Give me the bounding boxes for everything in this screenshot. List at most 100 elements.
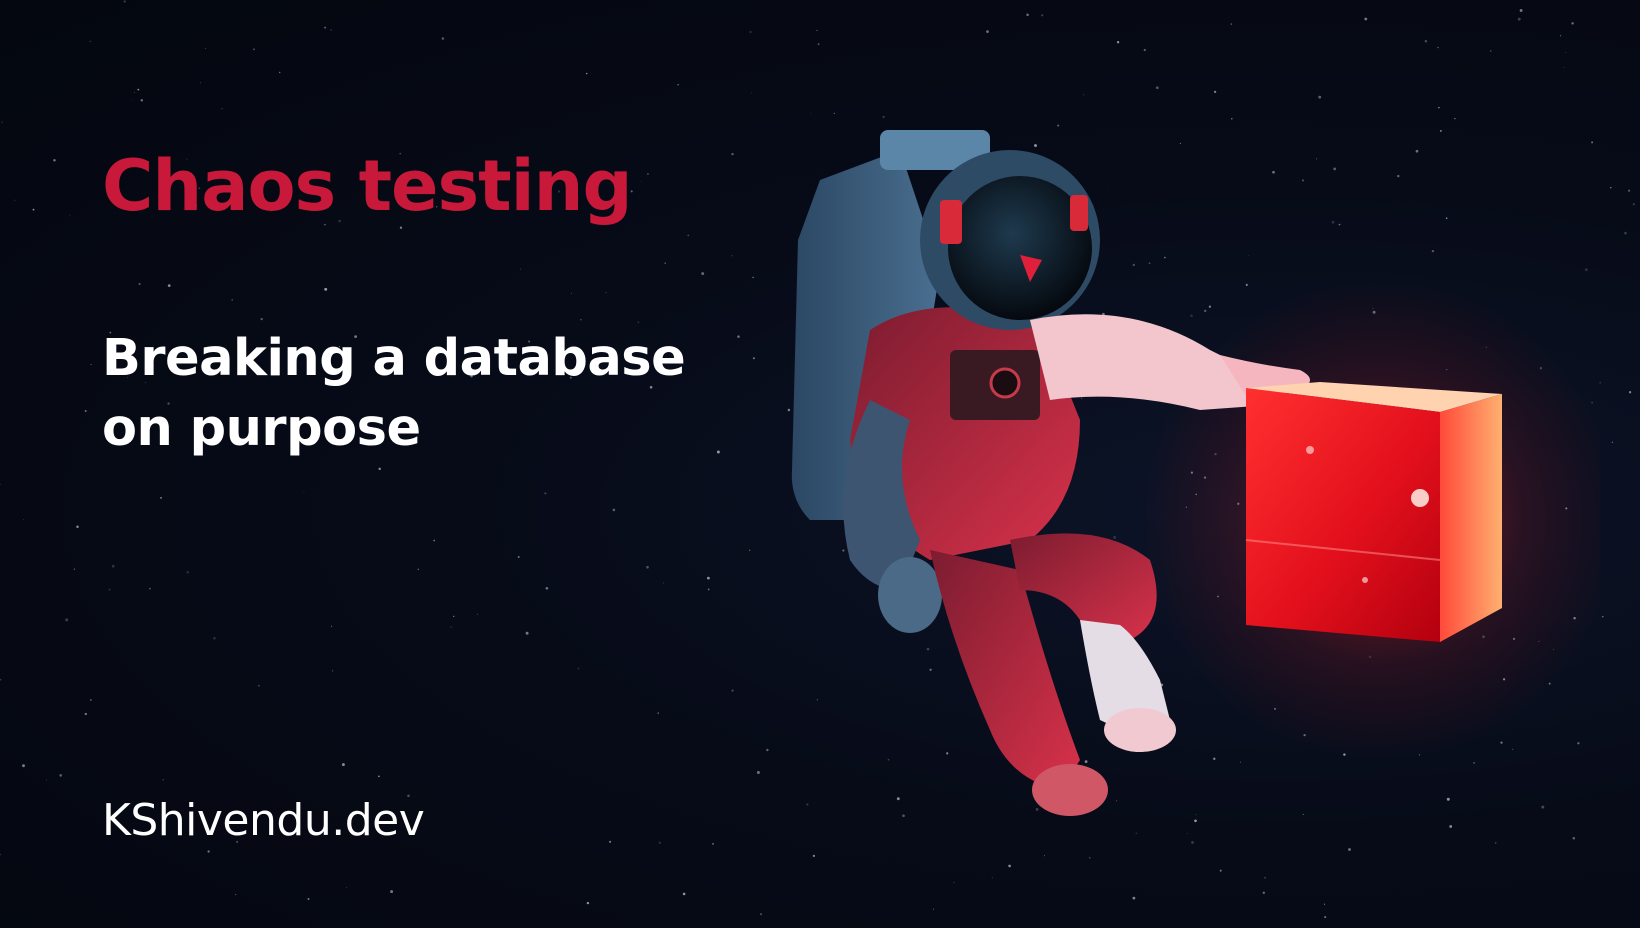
star-dot xyxy=(231,298,234,301)
star-dot xyxy=(14,199,16,201)
star-dot xyxy=(1610,187,1612,189)
star-dot xyxy=(160,497,162,499)
star-dot xyxy=(1632,203,1635,206)
star-dot xyxy=(766,748,769,752)
star-dot xyxy=(258,684,260,687)
star-dot xyxy=(707,588,710,591)
star-dot xyxy=(450,626,453,629)
star-dot xyxy=(1230,23,1233,25)
star-dot xyxy=(1627,189,1631,192)
star-dot xyxy=(123,0,126,3)
star-dot xyxy=(1560,35,1562,37)
star-dot xyxy=(390,890,394,894)
star-dot xyxy=(307,897,310,901)
star-dot xyxy=(1116,41,1120,44)
star-dot xyxy=(1041,14,1044,17)
star-dot xyxy=(517,555,520,559)
star-dot xyxy=(1364,17,1368,21)
star-dot xyxy=(330,625,333,627)
star-dot xyxy=(252,48,255,51)
star-dot xyxy=(1083,94,1085,96)
star-dot xyxy=(89,40,91,42)
star-dot xyxy=(111,564,115,568)
star-dot xyxy=(476,613,478,615)
star-dot xyxy=(45,779,47,781)
star-dot xyxy=(378,775,380,778)
star-dot xyxy=(612,508,616,512)
star-dot xyxy=(73,568,76,570)
star-dot xyxy=(330,29,332,31)
star-dot xyxy=(1563,66,1565,68)
star-dot xyxy=(378,467,381,471)
star-dot xyxy=(260,317,263,321)
star-dot xyxy=(207,850,210,853)
star-dot xyxy=(137,88,140,91)
star-dot xyxy=(605,291,607,294)
star-dot xyxy=(586,901,590,905)
star-dot xyxy=(1517,17,1521,21)
star-dot xyxy=(520,268,521,270)
star-dot xyxy=(544,492,547,495)
star-dot xyxy=(345,887,348,889)
star-dot xyxy=(53,159,56,162)
slide-subtitle: Breaking a database on purpose xyxy=(102,329,686,458)
star-dot xyxy=(1611,441,1614,443)
star-dot xyxy=(433,539,436,542)
star-dot xyxy=(833,112,835,115)
star-dot xyxy=(749,30,752,34)
star-dot xyxy=(1519,9,1523,12)
star-dot xyxy=(341,763,345,767)
star-dot xyxy=(1424,39,1428,43)
star-dot xyxy=(1438,106,1440,109)
star-dot xyxy=(84,712,87,716)
star-dot xyxy=(59,774,63,777)
star-dot xyxy=(235,894,237,896)
star-dot xyxy=(1219,869,1222,872)
star-dot xyxy=(760,913,762,915)
site-url: KShivendu.dev xyxy=(102,795,425,846)
star-dot xyxy=(84,409,87,413)
star-dot xyxy=(1318,95,1322,99)
star-dot xyxy=(441,37,445,40)
star-dot xyxy=(580,319,582,321)
star-dot xyxy=(639,181,641,182)
star-dot xyxy=(933,908,935,910)
star-dot xyxy=(1262,891,1265,894)
star-dot xyxy=(90,699,92,701)
star-dot xyxy=(682,892,686,896)
star-dot xyxy=(69,214,71,216)
star-dot xyxy=(731,255,733,257)
star-dot xyxy=(570,292,572,294)
star-dot xyxy=(140,99,143,102)
star-dot xyxy=(1324,916,1327,919)
slide-canvas: Chaos testing Breaking a database on pur… xyxy=(0,0,1640,928)
star-dot xyxy=(1489,50,1492,52)
star-dot xyxy=(707,576,710,580)
star-dot xyxy=(701,272,705,276)
star-dot xyxy=(324,26,327,29)
star-dot xyxy=(205,48,207,49)
star-dot xyxy=(1213,90,1217,94)
star-dot xyxy=(637,321,640,324)
star-dot xyxy=(810,112,812,114)
astronaut-cube-illustration xyxy=(791,130,1600,816)
star-dot xyxy=(731,689,734,692)
star-dot xyxy=(186,571,190,574)
star-dot xyxy=(1437,46,1439,49)
star-dot xyxy=(677,84,679,86)
star-dot xyxy=(751,92,752,94)
star-dot xyxy=(646,172,649,176)
star-dot xyxy=(133,92,135,93)
star-dot xyxy=(664,262,666,265)
star-dot xyxy=(646,565,649,569)
star-dot xyxy=(749,549,751,551)
star-dot xyxy=(816,29,818,31)
star-dot xyxy=(752,276,754,279)
star-dot xyxy=(1565,51,1567,53)
star-dot xyxy=(1601,615,1604,618)
star-dot xyxy=(65,618,69,622)
star-dot xyxy=(213,636,216,640)
star-dot xyxy=(324,287,328,291)
star-dot xyxy=(752,357,755,360)
star-dot xyxy=(585,72,588,75)
